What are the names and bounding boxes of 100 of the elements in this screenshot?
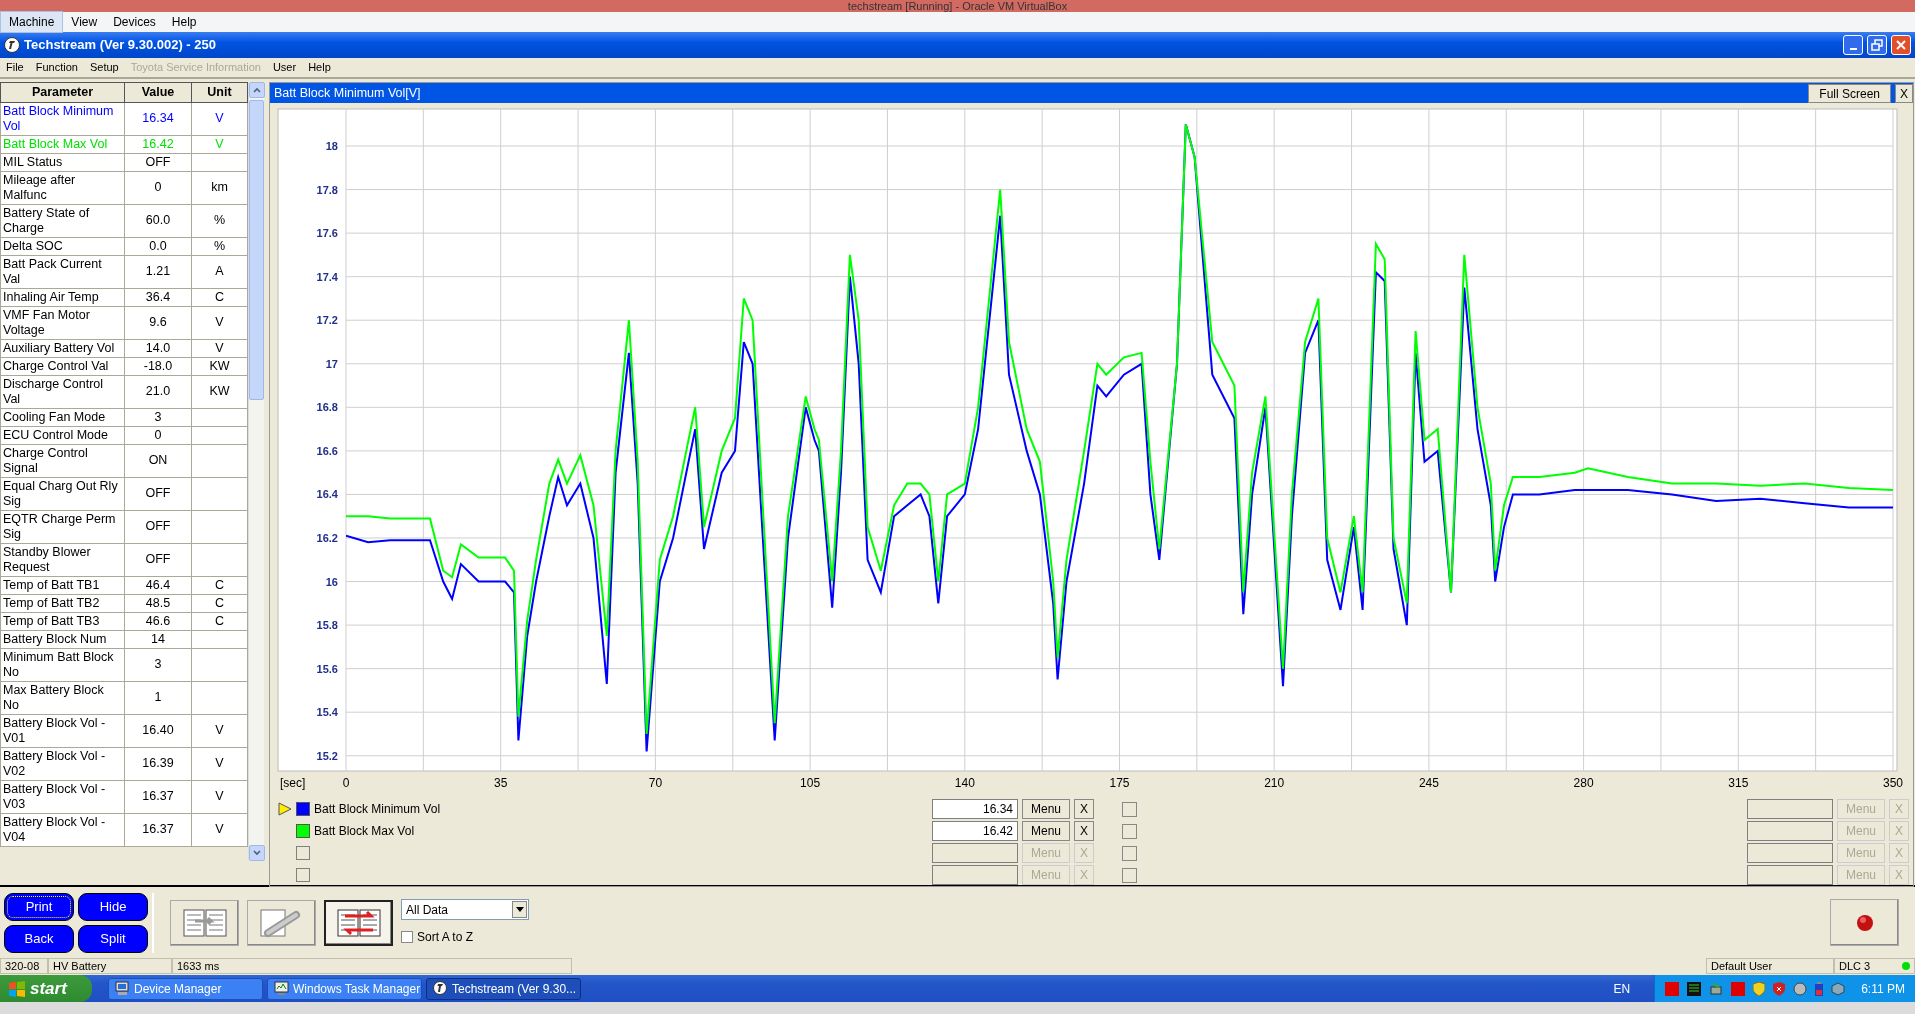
table-cell: VMF Fan Motor Voltage — [0, 306, 125, 340]
clock: 6:11 PM — [1861, 980, 1905, 998]
table-cell: 16.37 — [124, 780, 192, 814]
table-cell: Standby Blower Request — [0, 543, 125, 577]
table-cell: 16.39 — [124, 747, 192, 781]
menu-item[interactable]: File — [0, 58, 30, 77]
taskbar-button[interactable]: Techstream (Ver 9.30... — [426, 977, 581, 1000]
nav-button[interactable]: Hide — [78, 892, 148, 921]
minimize-button[interactable] — [1843, 35, 1863, 55]
cube-icon[interactable] — [1831, 981, 1846, 996]
nav-button[interactable]: Print — [4, 892, 74, 921]
monitor-icon — [274, 981, 289, 996]
taskbar-button[interactable]: Windows Task Manager — [267, 977, 422, 1000]
swap-list-icon — [334, 906, 383, 939]
axis-label: 245 — [1418, 776, 1439, 790]
start-button[interactable]: start — [0, 975, 92, 1002]
nav-button[interactable]: Split — [78, 924, 148, 953]
axis-label: 140 — [954, 776, 975, 790]
axis-label: 17.6 — [316, 227, 338, 240]
shield-icon[interactable] — [1753, 981, 1766, 996]
table-cell: Battery Block Vol -V02 — [0, 747, 125, 781]
axis-label: 17 — [325, 357, 338, 370]
table-cell: OFF — [124, 477, 192, 511]
table-cell: Battery Block Vol -V03 — [0, 780, 125, 814]
nav-button[interactable]: Back — [4, 924, 74, 953]
axis-label: 17.2 — [316, 314, 338, 327]
axis-label: 16.4 — [316, 488, 338, 501]
menu-item[interactable]: Function — [29, 58, 84, 77]
close-button[interactable]: X — [1895, 83, 1913, 103]
axis-label: 15.6 — [316, 662, 338, 675]
value-field[interactable]: 16.42 — [932, 821, 1018, 841]
full-screen-button[interactable]: Full Screen — [1808, 83, 1891, 103]
remove-button[interactable]: X — [1074, 799, 1094, 819]
menu-item[interactable]: Machine — [0, 11, 64, 33]
axis-label: 16.6 — [316, 444, 338, 457]
status-text: HV Battery — [48, 958, 172, 974]
language-indicator[interactable]: EN — [1613, 979, 1631, 998]
chart-title: Batt Block Minimum Vol[V] — [273, 84, 422, 102]
column-header[interactable]: Unit — [191, 82, 248, 103]
menu-button[interactable]: Menu — [1022, 821, 1070, 841]
axis-label: 18 — [325, 140, 338, 152]
table-cell: 21.0 — [124, 375, 192, 409]
record-button[interactable] — [1830, 899, 1899, 946]
table-cell: OFF — [124, 510, 192, 544]
shield-icon[interactable] — [1773, 981, 1786, 996]
minimize-icon — [1849, 48, 1857, 50]
menu-item[interactable]: User — [266, 58, 303, 77]
axis-label: 315 — [1728, 776, 1749, 790]
remove-button[interactable]: X — [1074, 821, 1094, 841]
menu-item[interactable]: View — [63, 12, 106, 32]
battery-icon[interactable] — [1815, 981, 1824, 996]
table-cell: EQTR Charge Perm Sig — [0, 510, 125, 544]
checkbox[interactable] — [1122, 801, 1137, 817]
close-button[interactable] — [1891, 35, 1911, 55]
menu-button[interactable]: Menu — [1022, 799, 1070, 819]
grid-icon[interactable] — [1687, 981, 1702, 996]
status-text: 1633 ms — [172, 958, 572, 974]
table-cell: ON — [124, 444, 192, 478]
table-cell: 16.34 — [124, 102, 192, 136]
scroll-down-button[interactable] — [249, 845, 265, 861]
scrollbar-thumb[interactable] — [249, 100, 264, 400]
menu-item[interactable]: Devices — [105, 12, 164, 32]
tool-button[interactable] — [324, 899, 393, 946]
table-cell: Mileage after Malfunc — [0, 171, 125, 205]
dropdown-arrow-icon — [515, 907, 524, 912]
sort-checkbox[interactable]: Sort A to Z — [401, 928, 529, 946]
axis-label: 70 — [648, 776, 663, 790]
status-text: Default User — [1706, 958, 1834, 974]
table-cell: V — [191, 780, 248, 814]
record-icon — [1855, 913, 1874, 932]
menu-item[interactable]: Help — [302, 58, 337, 77]
menu-item[interactable]: Help — [163, 12, 205, 32]
chevron-up-icon — [253, 87, 261, 93]
column-header[interactable]: Value — [124, 82, 192, 103]
value-field[interactable]: 16.34 — [932, 799, 1018, 819]
column-header[interactable]: Parameter — [0, 82, 125, 103]
table-cell: 1.21 — [124, 255, 192, 289]
list-transfer-icon — [180, 906, 229, 939]
menu-item[interactable]: Setup — [83, 58, 125, 77]
scroll-up-button[interactable] — [249, 82, 265, 98]
app-logo-icon — [433, 981, 448, 996]
axis-label: 0 — [342, 776, 350, 790]
table-cell: KW — [191, 375, 248, 409]
restore-button[interactable] — [1867, 35, 1887, 55]
table-cell: km — [191, 171, 248, 205]
taskbar-button[interactable]: Device Manager — [108, 977, 263, 1000]
legend-label: Batt Block Max Vol — [314, 824, 415, 838]
table-cell: V — [191, 813, 248, 847]
axis-label: 16 — [325, 575, 338, 588]
filter-dropdown[interactable]: All Data — [401, 899, 529, 920]
checkbox[interactable] — [1122, 823, 1137, 839]
axis-label: 35 — [494, 776, 508, 790]
axis-label: 210 — [1264, 776, 1285, 790]
color-swatch — [296, 802, 310, 816]
table-cell: Battery Block Vol -V04 — [0, 813, 125, 847]
table-cell: 16.37 — [124, 813, 192, 847]
window-title: Techstream (Ver 9.30.002) - 250 — [24, 36, 217, 55]
table-cell: A — [191, 255, 248, 289]
axis-label: 105 — [800, 776, 821, 790]
empty-swatch — [296, 868, 310, 882]
